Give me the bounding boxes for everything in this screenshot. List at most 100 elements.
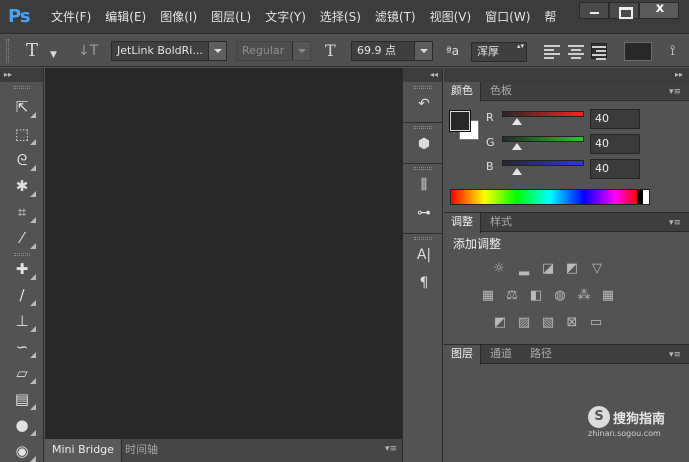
- panel-menu-icon[interactable]: ▾≡: [667, 87, 681, 97]
- menu-view[interactable]: 视图(V): [423, 0, 479, 34]
- menu-image[interactable]: 图像(I): [153, 0, 204, 34]
- foreground-color-swatch[interactable]: [449, 110, 471, 132]
- menu-list: 文件(F) 编辑(E) 图像(I) 图层(L) 文字(Y) 选择(S) 滤镜(T…: [44, 0, 563, 34]
- options-grip[interactable]: [6, 39, 9, 63]
- tool-preset-dropdown-icon[interactable]: ▼: [50, 46, 57, 64]
- tab-mini-bridge[interactable]: Mini Bridge: [45, 439, 122, 462]
- tab-channels[interactable]: 通道: [483, 345, 519, 364]
- move-tool-icon[interactable]: ⇱: [11, 96, 36, 118]
- text-color-swatch[interactable]: [624, 42, 652, 61]
- gradient-tool-icon[interactable]: ▤: [11, 388, 36, 410]
- document-canvas[interactable]: [45, 68, 402, 438]
- menu-help[interactable]: 帮: [537, 0, 563, 34]
- minimize-button[interactable]: [579, 2, 609, 19]
- tab-timeline[interactable]: 时间轴: [118, 439, 165, 462]
- curves-icon[interactable]: ◪: [540, 261, 556, 277]
- vibrance-icon[interactable]: ▽: [589, 261, 605, 277]
- font-style-select[interactable]: Regular: [236, 41, 311, 61]
- green-value-input[interactable]: 40: [590, 134, 640, 154]
- invert-icon[interactable]: ◩: [492, 315, 508, 331]
- channel-mixer-icon[interactable]: ⁂: [576, 288, 592, 304]
- tab-layers[interactable]: 图层: [444, 345, 481, 365]
- 3d-icon[interactable]: ⬢: [414, 134, 434, 154]
- history-icon[interactable]: ↶: [414, 94, 434, 114]
- dock-collapse-icon[interactable]: ◂◂: [403, 68, 442, 82]
- close-button[interactable]: x: [639, 1, 679, 19]
- panel-menu-icon[interactable]: ▾≡: [667, 350, 681, 360]
- align-right-button[interactable]: [591, 43, 607, 60]
- menu-edit[interactable]: 编辑(E): [98, 0, 153, 34]
- marquee-tool-icon[interactable]: ⬚: [11, 123, 36, 145]
- blue-slider[interactable]: [502, 160, 584, 166]
- character-icon[interactable]: A|: [414, 245, 434, 265]
- paragraph-icon[interactable]: ¶: [414, 273, 434, 293]
- panel-menu-icon[interactable]: ▾≡: [383, 444, 397, 454]
- tools-collapse-icon[interactable]: ▸▸: [0, 68, 43, 82]
- font-size-select[interactable]: 69.9 点: [351, 41, 433, 61]
- black-white-icon[interactable]: ◧: [528, 288, 544, 304]
- tab-styles[interactable]: 样式: [483, 213, 519, 232]
- color-lookup-icon[interactable]: ▦: [600, 288, 616, 304]
- tab-swatches[interactable]: 色板: [483, 82, 519, 101]
- history-brush-tool-icon[interactable]: ∽: [11, 336, 36, 358]
- menu-file[interactable]: 文件(F): [44, 0, 98, 34]
- menu-window[interactable]: 窗口(W): [478, 0, 537, 34]
- tab-paths[interactable]: 路径: [523, 345, 559, 364]
- dock-grip[interactable]: [414, 126, 432, 129]
- dock-grip[interactable]: [414, 237, 432, 240]
- brush-settings-icon[interactable]: ⊶: [414, 203, 434, 223]
- menu-select[interactable]: 选择(S): [313, 0, 368, 34]
- eyedropper-tool-icon[interactable]: ⁄: [11, 227, 36, 249]
- right-panels-collapse-icon[interactable]: ▸▸: [444, 68, 689, 82]
- menu-type[interactable]: 文字(Y): [258, 0, 313, 34]
- layers-panel: 图层 通道 路径 ▾≡: [444, 344, 689, 462]
- tab-adjustments[interactable]: 调整: [444, 213, 481, 233]
- adjustments-panel: 调整 样式 ▾≡ 添加调整 ☼ ▂ ◪ ◩ ▽ ▦ ⚖ ◧ ◍ ⁂ ▦ ◩ ▨ …: [444, 212, 689, 344]
- text-tool-icon[interactable]: T: [26, 42, 38, 60]
- color-balance-icon[interactable]: ⚖: [504, 288, 520, 304]
- antialias-select[interactable]: 浑厚: [471, 42, 527, 62]
- menu-filter[interactable]: 滤镜(T): [368, 0, 423, 34]
- posterize-icon[interactable]: ▨: [516, 315, 532, 331]
- threshold-icon[interactable]: ▧: [540, 315, 556, 331]
- photo-filter-icon[interactable]: ◍: [552, 288, 568, 304]
- dock-divider: [403, 122, 443, 123]
- dock-divider: [403, 233, 443, 234]
- green-slider[interactable]: [502, 136, 584, 142]
- exposure-icon[interactable]: ◩: [564, 261, 580, 277]
- dock-grip[interactable]: [414, 167, 432, 170]
- hue-saturation-icon[interactable]: ▦: [480, 288, 496, 304]
- blue-slider-thumb[interactable]: [512, 168, 522, 175]
- color-spectrum-ramp[interactable]: [450, 189, 650, 205]
- gradient-map-icon[interactable]: ▭: [588, 315, 604, 331]
- blue-value-input[interactable]: 40: [590, 159, 640, 179]
- font-family-select[interactable]: JetLink BoldRi...: [111, 41, 227, 61]
- brush-presets-icon[interactable]: ⫼: [414, 175, 434, 195]
- align-center-button[interactable]: [568, 43, 584, 59]
- align-left-button[interactable]: [544, 43, 560, 59]
- clone-stamp-tool-icon[interactable]: ⊥: [11, 310, 36, 332]
- dodge-tool-icon[interactable]: ◉: [11, 440, 36, 462]
- lasso-tool-icon[interactable]: ᘓ: [11, 149, 36, 171]
- eraser-tool-icon[interactable]: ▱: [11, 362, 36, 384]
- text-orientation-icon[interactable]: ↓T: [78, 42, 98, 60]
- menu-layer[interactable]: 图层(L): [204, 0, 258, 34]
- crop-tool-icon[interactable]: ⌗: [11, 201, 36, 223]
- red-slider-thumb[interactable]: [512, 118, 522, 125]
- selective-color-icon[interactable]: ⊠: [564, 315, 580, 331]
- panel-menu-icon[interactable]: ▾≡: [667, 218, 681, 228]
- red-value-input[interactable]: 40: [590, 109, 640, 129]
- warp-text-icon[interactable]: ⟟: [670, 42, 675, 60]
- healing-brush-tool-icon[interactable]: ✚: [11, 258, 36, 280]
- tools-grip[interactable]: [14, 86, 30, 89]
- tab-color[interactable]: 颜色: [444, 82, 481, 102]
- green-slider-thumb[interactable]: [512, 143, 522, 150]
- brightness-icon[interactable]: ☼: [491, 261, 507, 277]
- magic-wand-tool-icon[interactable]: ✱: [11, 175, 36, 197]
- maximize-button[interactable]: [609, 2, 639, 19]
- brush-tool-icon[interactable]: ∕: [11, 284, 36, 306]
- dock-grip[interactable]: [414, 86, 432, 89]
- red-slider[interactable]: [502, 111, 584, 117]
- blur-tool-icon[interactable]: ●: [11, 414, 36, 436]
- levels-icon[interactable]: ▂: [516, 261, 532, 277]
